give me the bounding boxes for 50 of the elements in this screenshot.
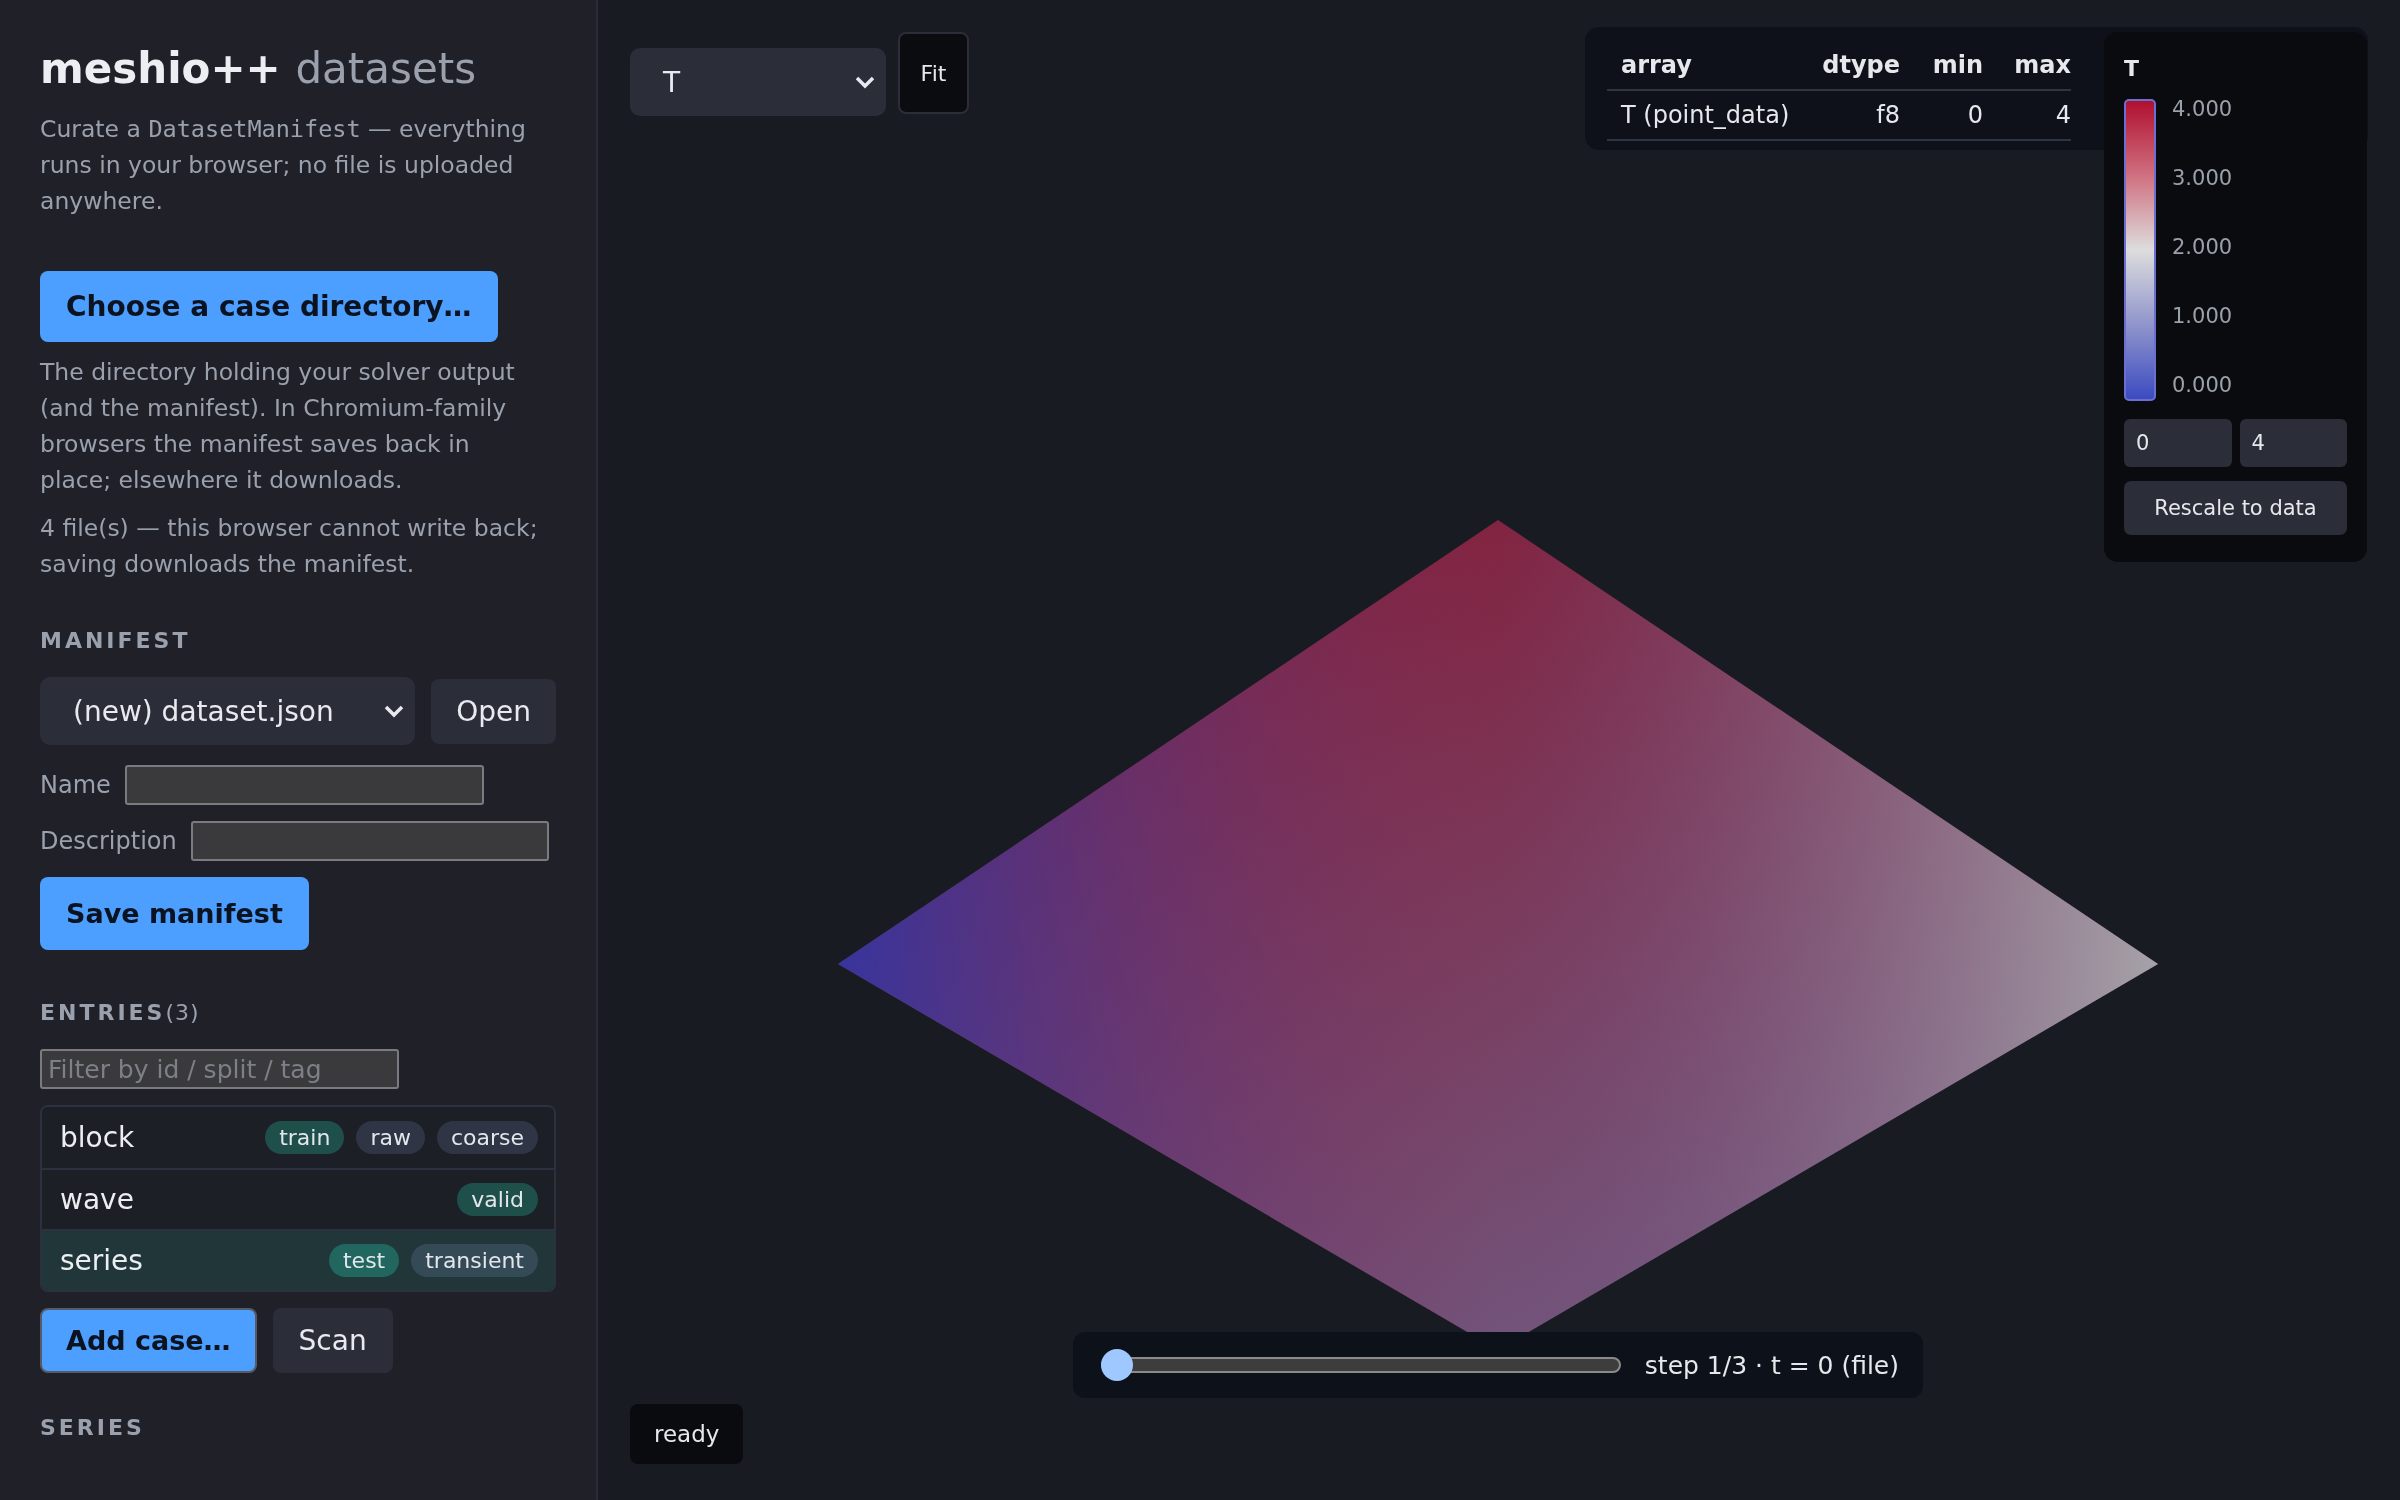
field-label: Name [40,771,111,799]
tick-label: 0.000 [2172,372,2233,398]
save-manifest-button[interactable]: Save manifest [40,877,309,950]
step-label: step 1/3 · t = 0 (file) [1644,1350,1899,1380]
column-header: dtype [1817,41,1900,90]
tick-label: 4.000 [2172,96,2233,122]
min-field[interactable]: 0 [2124,419,2232,467]
tick-label: 1.000 [2172,303,2233,329]
field-label: Description [40,827,177,855]
entry-row[interactable]: series test transient [42,1229,554,1290]
table-cell: 0 [1900,90,1983,140]
filter-field[interactable]: Filter by id / split / tag [40,1049,399,1089]
tag-badge: test [328,1244,400,1277]
tick-label: 3.000 [2172,165,2233,191]
choose-directory-button[interactable]: Choose a case directory… [40,271,498,342]
text-field[interactable] [190,821,549,861]
time-slider[interactable] [1101,1349,1621,1381]
status-text: 4 file(s) — this browser cannot write back; saving downloads the manifest. [40,513,539,580]
help-text: The directory holding your solver output (and the manifest). In Chromium-family browsers the manifest saves back in place; elsewhere it downloads. [40,357,516,496]
chevron-down-icon [854,75,876,89]
tag-badge: transient [411,1244,538,1277]
table-cell: 4 [1983,90,2071,140]
tick-label: 2.000 [2172,234,2233,260]
add-case-button[interactable]: Add case… [40,1308,257,1373]
table-cell: f8 [1817,90,1900,140]
colorbar-title: T [2124,56,2140,81]
section-heading: SERIES [40,1415,146,1440]
column-header: min [1900,41,1983,90]
section-heading: MANIFEST [40,628,192,653]
text-field[interactable] [124,765,484,805]
open-button[interactable]: Open [431,678,556,744]
array-select[interactable]: T [630,48,886,116]
section-heading: ENTRIES(3) [40,1000,201,1025]
chevron-down-icon [383,704,406,718]
app-title: meshio++ datasets [40,44,478,93]
intro-text: Curate a DatasetManifest — everything runs in your browser; no file is uploaded anywhere. [40,114,527,217]
tag-badge: train [265,1121,345,1154]
tag-badge: raw [356,1121,425,1154]
scan-button[interactable]: Scan [272,1308,393,1373]
column-header: max [1983,41,2071,90]
tag-badge: valid [457,1183,538,1216]
manifest-select[interactable]: (new) dataset.json [40,677,416,745]
table-cell: T (point_data) [1607,90,1817,140]
status-badge: ready [630,1404,744,1464]
tag-badge: coarse [436,1121,538,1154]
max-field[interactable]: 4 [2239,419,2347,467]
rescale-button[interactable]: Rescale to data [2124,481,2347,535]
column-header: array [1607,41,1817,90]
fit-button[interactable]: Fit [898,32,969,114]
slider-thumb[interactable] [1101,1349,1133,1381]
